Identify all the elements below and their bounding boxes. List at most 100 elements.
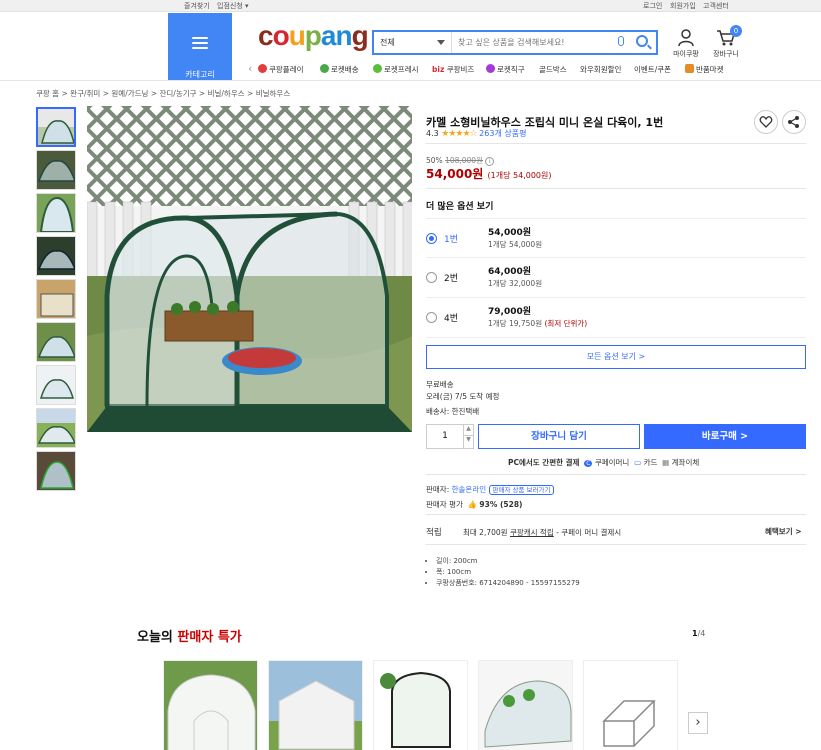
seller-products-tag[interactable]: 판매자 상품 보러가기 (488, 485, 555, 495)
breadcrumb-home[interactable]: 쿠팡 홈 (36, 89, 59, 98)
divider (426, 188, 806, 189)
review-count-link[interactable]: 263개 상품평 (479, 129, 526, 138)
nav-wow-discount[interactable]: 와우회원할인 (580, 64, 621, 75)
deals-title: 오늘의 판매자 특가 (137, 630, 242, 645)
benefit-more-link[interactable]: 혜택보기 > (765, 526, 802, 537)
product-thumbnail[interactable] (36, 365, 76, 405)
divider (426, 474, 806, 475)
mycoupang-button[interactable]: 마이쿠팡 (670, 29, 702, 59)
option-radio[interactable] (426, 312, 437, 323)
card-icon: ▭ (634, 458, 642, 467)
deal-product-image[interactable] (163, 660, 258, 750)
option-unit-price: 1개당 32,000원 (488, 279, 543, 288)
search-category-select[interactable]: 전체 (374, 32, 452, 53)
product-thumbnail[interactable] (36, 150, 76, 190)
option-radio[interactable] (426, 272, 437, 283)
product-main-image[interactable] (87, 106, 412, 432)
return-market-icon (685, 64, 694, 73)
sale-price: 54,000원 (1개당 54,000원) (426, 167, 552, 181)
all-options-button[interactable]: 모든 옵션 보기 > (426, 345, 806, 369)
search-input[interactable] (458, 34, 608, 51)
deal-product-image[interactable] (478, 660, 573, 750)
logo-letter: a (320, 20, 337, 51)
product-thumbnail[interactable] (36, 322, 76, 362)
discount-rate: 50% (426, 156, 443, 165)
nav-rocket-delivery[interactable]: 로켓배송 (320, 64, 359, 75)
coupang-cash-link[interactable]: 쿠팡캐시 적립 (510, 528, 554, 537)
product-thumbnail[interactable] (36, 451, 76, 491)
breadcrumb-toys[interactable]: 완구/취미 (70, 89, 100, 98)
product-thumbnail[interactable] (36, 107, 76, 147)
logo-letter: g (351, 20, 369, 51)
payment-label: PC에서도 간편한 결제 (508, 458, 580, 467)
signup-link[interactable]: 회원가입 (670, 1, 696, 11)
product-thumbnail[interactable] (36, 408, 76, 448)
product-thumbnail[interactable] (36, 236, 76, 276)
biz-icon: biz (432, 65, 445, 74)
user-icon (678, 29, 694, 47)
nav-goldbox[interactable]: 골드박스 (539, 64, 567, 75)
share-button[interactable] (782, 110, 806, 134)
quantity-up-icon[interactable]: ▲ (463, 425, 473, 436)
divider (426, 514, 806, 515)
deal-product-image[interactable] (583, 660, 678, 750)
share-icon (788, 116, 799, 128)
add-to-cart-button[interactable]: 장바구니 담기 (478, 424, 640, 449)
more-options-title: 더 많은 옵션 보기 (426, 202, 494, 212)
mycoupang-label: 마이쿠팡 (673, 50, 699, 58)
login-link[interactable]: 로그인 (643, 1, 662, 11)
seller-name-link[interactable]: 한솔온라인 (452, 485, 487, 494)
product-thumbnail[interactable] (36, 193, 76, 233)
nav-rocket-fresh[interactable]: 로켓프레시 (373, 64, 419, 75)
coupang-logo[interactable]: coupang (258, 20, 369, 51)
spec-item: 폭: 100cm (436, 567, 580, 578)
option-row[interactable]: 2번 64,000원 1개당 32,000원 (426, 258, 806, 298)
seller-apply-link[interactable]: 입점신청 ▾ (217, 1, 249, 11)
spec-list: 길이: 200cm 폭: 100cm 쿠팡상품번호: 6714204890 - … (430, 556, 580, 589)
seller-row: 판매자: 한솔온라인 판매자 상품 보러가기 (426, 484, 555, 495)
rocket-fresh-icon (373, 64, 382, 73)
option-radio[interactable] (426, 233, 437, 244)
carousel-next-icon[interactable]: › (688, 712, 708, 734)
breadcrumb-vinyl[interactable]: 비닐/하우스 (208, 89, 245, 98)
buy-now-button[interactable]: 바로구매 > (644, 424, 806, 449)
shortcut-nav: 쿠팡플레이 로켓배송 로켓프레시 biz 쿠팡비즈 로켓직구 골드박스 와우회원… (258, 64, 728, 76)
search-icon[interactable] (636, 35, 648, 47)
bank-transfer-icon: ▦ (662, 458, 670, 467)
product-thumbnail[interactable] (36, 279, 76, 319)
logo-letter: u (288, 20, 306, 51)
option-row[interactable]: 4번 79,000원 1개당 19,750원 (최저 단위가) (426, 298, 806, 338)
divider (426, 143, 806, 144)
deal-product-image[interactable] (373, 660, 468, 750)
logo-letter: n (335, 20, 352, 51)
nav-coupang-biz[interactable]: biz 쿠팡비즈 (432, 64, 474, 75)
product-rating: 4.3 ★★★★☆ 263개 상품평 (426, 128, 526, 139)
customer-center-link[interactable]: 고객센터 (703, 1, 729, 11)
thumbs-up-icon: 👍 (467, 500, 478, 509)
microphone-icon[interactable] (618, 36, 624, 46)
breadcrumb-greenhouse[interactable]: 비닐하우스 (256, 89, 291, 98)
nav-coupang-play[interactable]: 쿠팡플레이 (258, 64, 304, 75)
play-icon (258, 64, 267, 73)
option-unit-price: 1개당 19,750원 (최저 단위가) (488, 319, 588, 328)
logo-letter: p (304, 20, 322, 51)
logo-letter: o (272, 20, 290, 51)
breadcrumb-tools[interactable]: 잔디/농기구 (160, 89, 197, 98)
nav-rocket-direct[interactable]: 로켓직구 (486, 64, 525, 75)
deal-product-image[interactable] (268, 660, 363, 750)
coupay-icon: C (584, 460, 593, 467)
breadcrumb-gardening[interactable]: 원예/가드닝 (111, 89, 148, 98)
quantity-value[interactable]: 1 (427, 425, 463, 448)
wishlist-button[interactable] (754, 110, 778, 134)
category-menu-button[interactable]: 카테고리 (168, 13, 232, 80)
nav-prev-icon[interactable]: ‹ (248, 62, 252, 75)
option-row[interactable]: 1번 54,000원 1개당 54,000원 (426, 218, 806, 258)
bookmark-link[interactable]: 즐겨찾기 (184, 1, 210, 11)
nav-events-coupons[interactable]: 이벤트/쿠폰 (634, 64, 671, 75)
rating-stars: ★★★★☆ (441, 129, 477, 139)
nav-return-market[interactable]: 반품마켓 (685, 64, 724, 75)
quantity-down-icon[interactable]: ▼ (463, 436, 473, 448)
cart-count-badge: 0 (730, 25, 742, 37)
quantity-stepper[interactable]: 1 ▲ ▼ (426, 424, 474, 449)
category-label: 카테고리 (185, 70, 215, 79)
